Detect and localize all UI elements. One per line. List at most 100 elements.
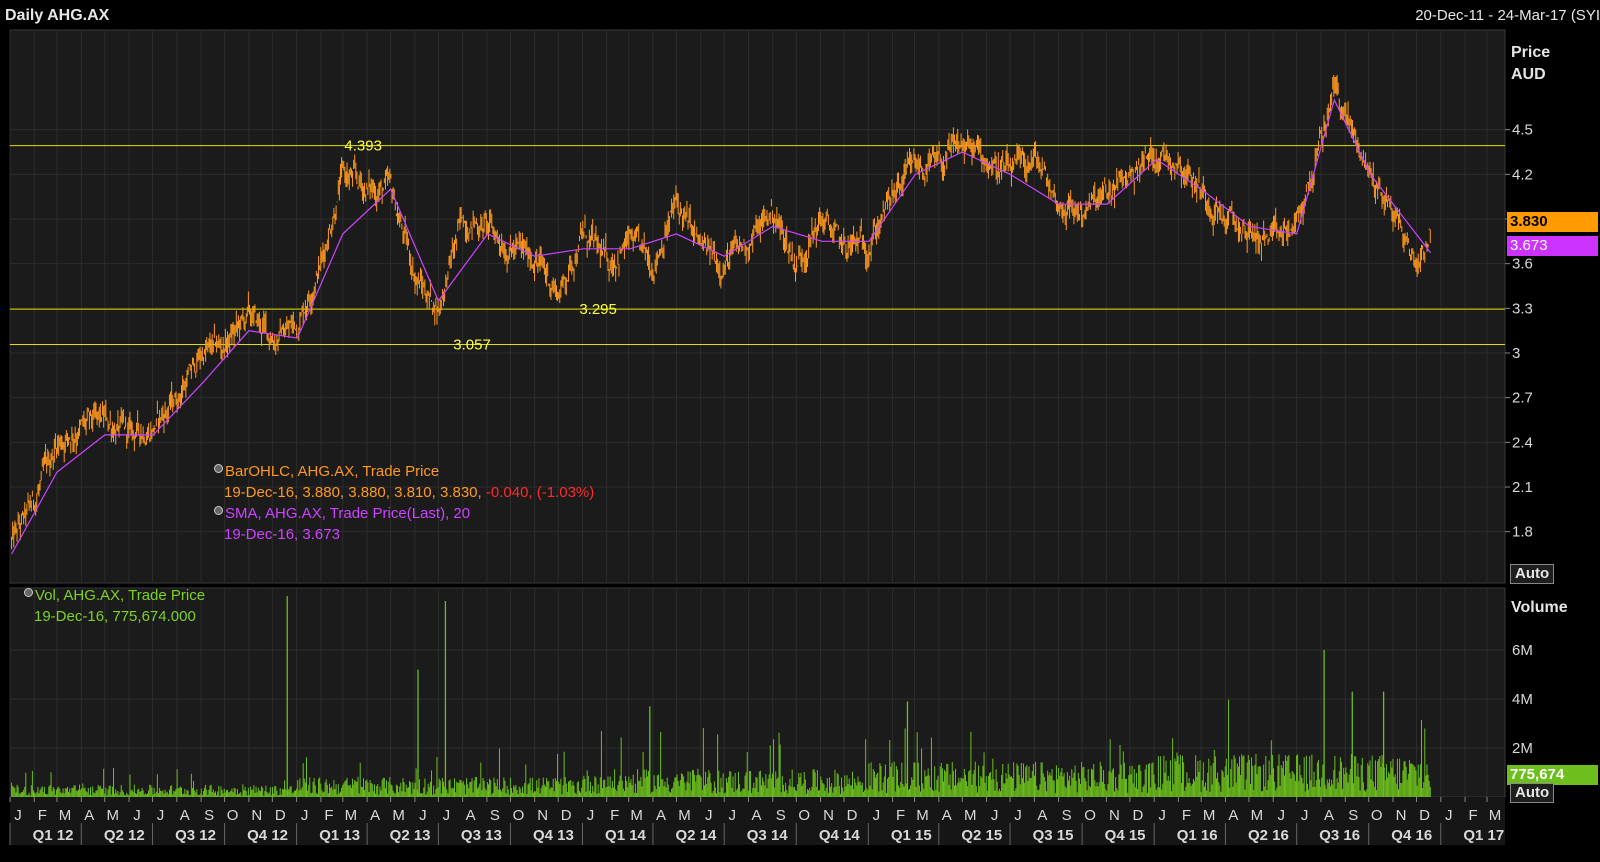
x-month-label: A — [370, 807, 380, 824]
x-month-label: F — [324, 807, 333, 824]
x-month-label: F — [610, 807, 619, 824]
x-month-label: A — [180, 807, 190, 824]
x-month-label: J — [991, 807, 999, 824]
x-quarter-label: Q3 14 — [747, 827, 789, 844]
price-tick-label: 2.1 — [1512, 479, 1533, 496]
x-month-label: J — [1014, 807, 1022, 824]
x-month-label: O — [1084, 807, 1096, 824]
x-month-label: O — [513, 807, 525, 824]
x-month-label: O — [1371, 807, 1383, 824]
x-month-label: F — [896, 807, 905, 824]
x-month-label: J — [14, 807, 22, 824]
volume-auto-scale-button[interactable]: Auto — [1510, 783, 1555, 803]
price-axis-label: Price AUD — [1511, 42, 1550, 86]
x-month-label: A — [466, 807, 476, 824]
price-tick-label: 3.3 — [1512, 300, 1533, 317]
x-month-label: J — [728, 807, 736, 824]
x-month-label: A — [1324, 807, 1334, 824]
x-month-label: M — [916, 807, 929, 824]
x-month-label: A — [942, 807, 952, 824]
sma-legend-title: SMA, AHG.AX, Trade Price(Last), 20 — [225, 505, 471, 522]
x-month-label: D — [847, 807, 858, 824]
x-month-label: J — [443, 807, 451, 824]
sma-value-tag: 3.673 — [1507, 236, 1598, 256]
x-month-label: J — [873, 807, 881, 824]
x-month-label: J — [157, 807, 165, 824]
x-month-label: S — [776, 807, 786, 824]
x-month-label: F — [1468, 807, 1477, 824]
level-label: 3.057 — [453, 337, 491, 354]
x-month-label: A — [751, 807, 761, 824]
x-month-label: A — [656, 807, 666, 824]
level-label: 4.393 — [344, 138, 382, 155]
x-month-label: J — [419, 807, 427, 824]
x-month-label: M — [59, 807, 72, 824]
x-month-label: M — [107, 807, 120, 824]
x-month-label: M — [392, 807, 405, 824]
x-month-label: J — [1445, 807, 1453, 824]
price-volume-chart[interactable]: JQ1 12F M AQ2 12M J JQ3 12A S OQ4 12N D JQ1 13F M… — [0, 0, 1600, 862]
x-month-label: M — [678, 807, 691, 824]
x-quarter-label: Q2 15 — [961, 827, 1002, 844]
x-month-label: O — [798, 807, 810, 824]
x-month-label: S — [490, 807, 500, 824]
legend-toggle-icon[interactable] — [214, 506, 223, 515]
x-month-label: M — [964, 807, 977, 824]
x-month-label: S — [1062, 807, 1072, 824]
x-quarter-label: Q4 15 — [1105, 827, 1146, 844]
x-month-label: J — [1277, 807, 1285, 824]
x-quarter-label: Q1 13 — [319, 827, 360, 844]
price-axis-label-line1: Price — [1511, 44, 1551, 61]
vol-legend-values: 19-Dec-16, 775,674.000 — [34, 608, 196, 625]
x-month-label: D — [275, 807, 286, 824]
x-quarter-label: Q4 12 — [247, 827, 288, 844]
x-month-label: J — [587, 807, 595, 824]
price-tick-label: 4.5 — [1512, 122, 1533, 139]
x-month-label: D — [561, 807, 572, 824]
price-tick-label: 3 — [1512, 345, 1520, 362]
x-quarter-label: Q3 16 — [1319, 827, 1360, 844]
x-month-label: N — [823, 807, 834, 824]
bar-legend-change: -0.040, (-1.03%) — [485, 484, 595, 501]
last-volume-tag: 775,674 — [1507, 765, 1598, 785]
sma-legend-values: 19-Dec-16, 3.673 — [224, 526, 340, 543]
x-quarter-label: Q1 12 — [33, 827, 74, 844]
volume-tick-label: 2M — [1512, 740, 1533, 757]
x-month-label: F — [38, 807, 47, 824]
bar-legend-values: 19-Dec-16, 3.880, 3.880, 3.810, 3.830, — [224, 484, 482, 501]
x-month-label: J — [1158, 807, 1166, 824]
x-month-label: J — [1301, 807, 1309, 824]
x-quarter-label: Q1 14 — [605, 827, 647, 844]
x-quarter-label: Q1 17 — [1463, 827, 1504, 844]
x-quarter-label: Q3 13 — [461, 827, 502, 844]
x-month-label: J — [705, 807, 713, 824]
price-auto-scale-button[interactable]: Auto — [1510, 564, 1555, 584]
x-quarter-label: Q4 14 — [819, 827, 861, 844]
x-month-label: N — [1396, 807, 1407, 824]
x-quarter-label: Q2 16 — [1248, 827, 1289, 844]
x-month-label: D — [1132, 807, 1143, 824]
last-price-tag: 3.830 — [1507, 212, 1598, 232]
legend-toggle-icon[interactable] — [24, 588, 33, 597]
price-tick-label: 1.8 — [1512, 524, 1533, 541]
x-quarter-label: Q4 16 — [1391, 827, 1432, 844]
x-quarter-label: Q4 13 — [533, 827, 574, 844]
x-month-label: M — [345, 807, 358, 824]
price-tick-label: 2.4 — [1512, 434, 1533, 451]
x-quarter-label: Q3 12 — [175, 827, 216, 844]
x-month-label: M — [1251, 807, 1264, 824]
x-month-label: J — [301, 807, 309, 824]
x-month-label: N — [1109, 807, 1120, 824]
volume-tick-label: 6M — [1512, 642, 1533, 659]
price-legend: BarOHLC, AHG.AX, Trade Price 19-Dec-16, … — [214, 461, 594, 545]
price-tick-label: 2.7 — [1512, 390, 1533, 407]
x-quarter-label: Q2 13 — [390, 827, 431, 844]
x-quarter-label: Q1 16 — [1177, 827, 1218, 844]
x-quarter-label: Q2 12 — [104, 827, 145, 844]
x-month-label: N — [251, 807, 262, 824]
x-month-label: A — [84, 807, 94, 824]
vol-legend-title: Vol, AHG.AX, Trade Price — [35, 587, 206, 604]
legend-toggle-icon[interactable] — [214, 464, 223, 473]
x-quarter-label: Q3 15 — [1033, 827, 1074, 844]
x-month-label: J — [133, 807, 141, 824]
